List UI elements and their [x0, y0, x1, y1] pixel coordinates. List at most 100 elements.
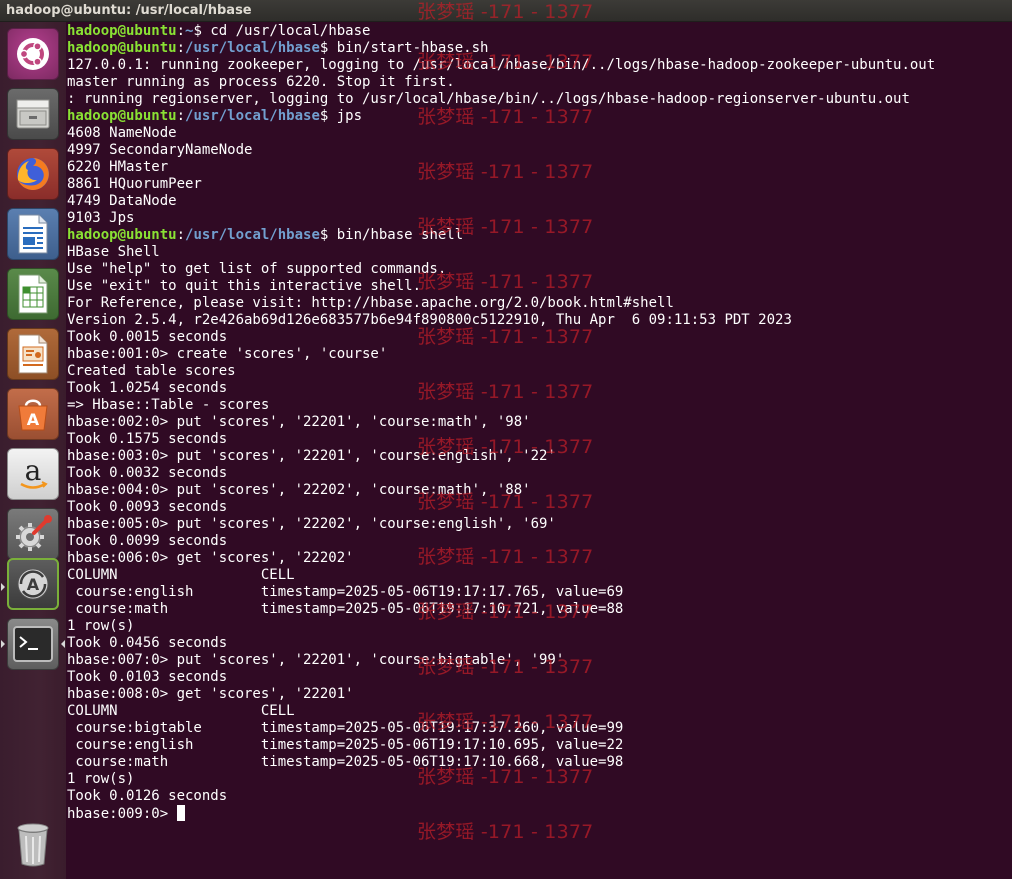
- output-text: 8861 HQuorumPeer: [67, 176, 202, 192]
- focused-indicator: [61, 640, 65, 648]
- terminal-line: 4608 NameNode: [67, 125, 935, 142]
- terminal-line: 1 row(s): [67, 618, 935, 635]
- output-text: Took 0.0103 seconds: [67, 669, 228, 685]
- amazon-icon[interactable]: a: [7, 448, 59, 500]
- system-settings-icon[interactable]: [7, 508, 59, 560]
- prompt-path: /usr/local/hbase: [185, 108, 320, 124]
- terminal-line: 4997 SecondaryNameNode: [67, 142, 935, 159]
- terminal-line: Took 0.0015 seconds: [67, 329, 935, 346]
- terminal-line: HBase Shell: [67, 244, 935, 261]
- terminal-line: hbase:008:0> get 'scores', '22201': [67, 686, 935, 703]
- output-text: Created table scores: [67, 363, 236, 379]
- output-text: For Reference, please visit: http://hbas…: [67, 295, 674, 311]
- terminal-line: hbase:009:0>: [67, 805, 935, 822]
- terminal-line: master running as process 6220. Stop it …: [67, 74, 935, 91]
- prompt-separator: :: [176, 108, 186, 124]
- firefox-icon[interactable]: [7, 148, 59, 200]
- files-icon[interactable]: [7, 88, 59, 140]
- terminal-line: course:english timestamp=2025-05-06T19:1…: [67, 737, 935, 754]
- output-text: hbase:004:0> put 'scores', '22202', 'cou…: [67, 482, 531, 498]
- output-text: Took 0.0099 seconds: [67, 533, 228, 549]
- prompt-user: hadoop@ubuntu: [67, 227, 177, 243]
- window-title-bar[interactable]: hadoop@ubuntu: /usr/local/hbase: [0, 0, 1012, 22]
- output-text: 127.0.0.1: running zookeeper, logging to…: [67, 57, 936, 73]
- terminal-line: course:math timestamp=2025-05-06T19:17:1…: [67, 601, 935, 618]
- output-text: Use "help" to get list of supported comm…: [67, 261, 447, 277]
- output-text: Took 1.0254 seconds: [67, 380, 228, 396]
- terminal-line: 9103 Jps: [67, 210, 935, 227]
- command-text: jps: [336, 108, 363, 124]
- terminal-window[interactable]: hadoop@ubuntu:~$ cd /usr/local/hbase hado…: [66, 22, 1012, 879]
- output-text: master running as process 6220. Stop it …: [67, 74, 455, 90]
- terminal-line: 8861 HQuorumPeer: [67, 176, 935, 193]
- trash-icon[interactable]: [7, 818, 59, 870]
- terminal-line: For Reference, please visit: http://hbas…: [67, 295, 935, 312]
- terminal-line: Took 1.0254 seconds: [67, 380, 935, 397]
- shell-prompt-line: hadoop@ubuntu:/usr/local/hbase$ bin/hbas…: [67, 227, 935, 244]
- prompt-user: hadoop@ubuntu: [67, 23, 177, 39]
- text-cursor: [176, 805, 185, 821]
- shell-prompt-line: hadoop@ubuntu:/usr/local/hbase$ bin/star…: [67, 40, 935, 57]
- software-updater-icon[interactable]: A: [7, 558, 59, 610]
- shell-prompt-line: hadoop@ubuntu:~$ cd /usr/local/hbase: [67, 23, 935, 40]
- output-text: COLUMN CELL: [67, 567, 295, 583]
- output-text: hbase:005:0> put 'scores', '22202', 'cou…: [67, 516, 556, 532]
- svg-text:a: a: [25, 454, 42, 487]
- terminal-line: Took 0.0093 seconds: [67, 499, 935, 516]
- terminal-line: Created table scores: [67, 363, 935, 380]
- terminal-icon[interactable]: [7, 618, 59, 670]
- terminal-line: Took 0.1575 seconds: [67, 431, 935, 448]
- output-text: HBase Shell: [67, 244, 160, 260]
- output-text: course:math timestamp=2025-05-06T19:17:1…: [67, 601, 624, 617]
- prompt-path: /usr/local/hbase: [185, 40, 320, 56]
- terminal-line: Use "exit" to quit this interactive shel…: [67, 278, 935, 295]
- output-text: hbase:006:0> get 'scores', '22202': [67, 550, 354, 566]
- output-text: hbase:003:0> put 'scores', '22201', 'cou…: [67, 448, 556, 464]
- terminal-line: hbase:001:0> create 'scores', 'course': [67, 346, 935, 363]
- prompt-user: hadoop@ubuntu: [67, 40, 177, 56]
- command-text: cd /usr/local/hbase: [210, 23, 371, 39]
- terminal-line: Took 0.0103 seconds: [67, 669, 935, 686]
- terminal-line: Use "help" to get list of supported comm…: [67, 261, 935, 278]
- output-text: Took 0.1575 seconds: [67, 431, 228, 447]
- ubuntu-software-icon[interactable]: A: [7, 388, 59, 440]
- terminal-line: : running regionserver, logging to /usr/…: [67, 91, 935, 108]
- output-text: Took 0.0015 seconds: [67, 329, 228, 345]
- output-text: Use "exit" to quit this interactive shel…: [67, 278, 422, 294]
- output-text: Version 2.5.4, r2e426ab69d126e683577b6e9…: [67, 312, 792, 328]
- libreoffice-impress-icon[interactable]: [7, 328, 59, 380]
- output-text: : running regionserver, logging to /usr/…: [67, 91, 910, 107]
- output-text: course:english timestamp=2025-05-06T19:1…: [67, 584, 624, 600]
- terminal-line: Took 0.0126 seconds: [67, 788, 935, 805]
- window-title: hadoop@ubuntu: /usr/local/hbase: [6, 3, 252, 18]
- terminal-line: 1 row(s): [67, 771, 935, 788]
- output-text: 4608 NameNode: [67, 125, 177, 141]
- output-text: => Hbase::Table - scores: [67, 397, 270, 413]
- terminal-line: course:english timestamp=2025-05-06T19:1…: [67, 584, 935, 601]
- output-text: 6220 HMaster: [67, 159, 169, 175]
- terminal-line: COLUMN CELL: [67, 703, 935, 720]
- libreoffice-calc-icon[interactable]: [7, 268, 59, 320]
- terminal-output[interactable]: hadoop@ubuntu:~$ cd /usr/local/hbase hado…: [67, 23, 935, 822]
- prompt-path: /usr/local/hbase: [185, 227, 320, 243]
- output-text: Took 0.0126 seconds: [67, 788, 228, 804]
- prompt-user: hadoop@ubuntu: [67, 108, 177, 124]
- prompt-symbol: $: [319, 227, 337, 243]
- ubuntu-dash-icon[interactable]: [7, 28, 59, 80]
- terminal-line: hbase:007:0> put 'scores', '22201', 'cou…: [67, 652, 935, 669]
- terminal-line: 4749 DataNode: [67, 193, 935, 210]
- output-text: COLUMN CELL: [67, 703, 295, 719]
- command-text: bin/hbase shell: [336, 227, 464, 243]
- command-text: bin/start-hbase.sh: [336, 40, 489, 56]
- output-text: course:bigtable timestamp=2025-05-06T19:…: [67, 720, 624, 736]
- output-text: hbase:002:0> put 'scores', '22201', 'cou…: [67, 414, 531, 430]
- terminal-line: 6220 HMaster: [67, 159, 935, 176]
- launcher: A a A: [0, 22, 67, 879]
- libreoffice-writer-icon[interactable]: [7, 208, 59, 260]
- output-text: 1 row(s): [67, 618, 135, 634]
- output-text: hbase:007:0> put 'scores', '22201', 'cou…: [67, 652, 565, 668]
- output-text: course:math timestamp=2025-05-06T19:17:1…: [67, 754, 624, 770]
- prompt-symbol: $: [319, 40, 337, 56]
- terminal-line: COLUMN CELL: [67, 567, 935, 584]
- running-indicator: [1, 640, 5, 648]
